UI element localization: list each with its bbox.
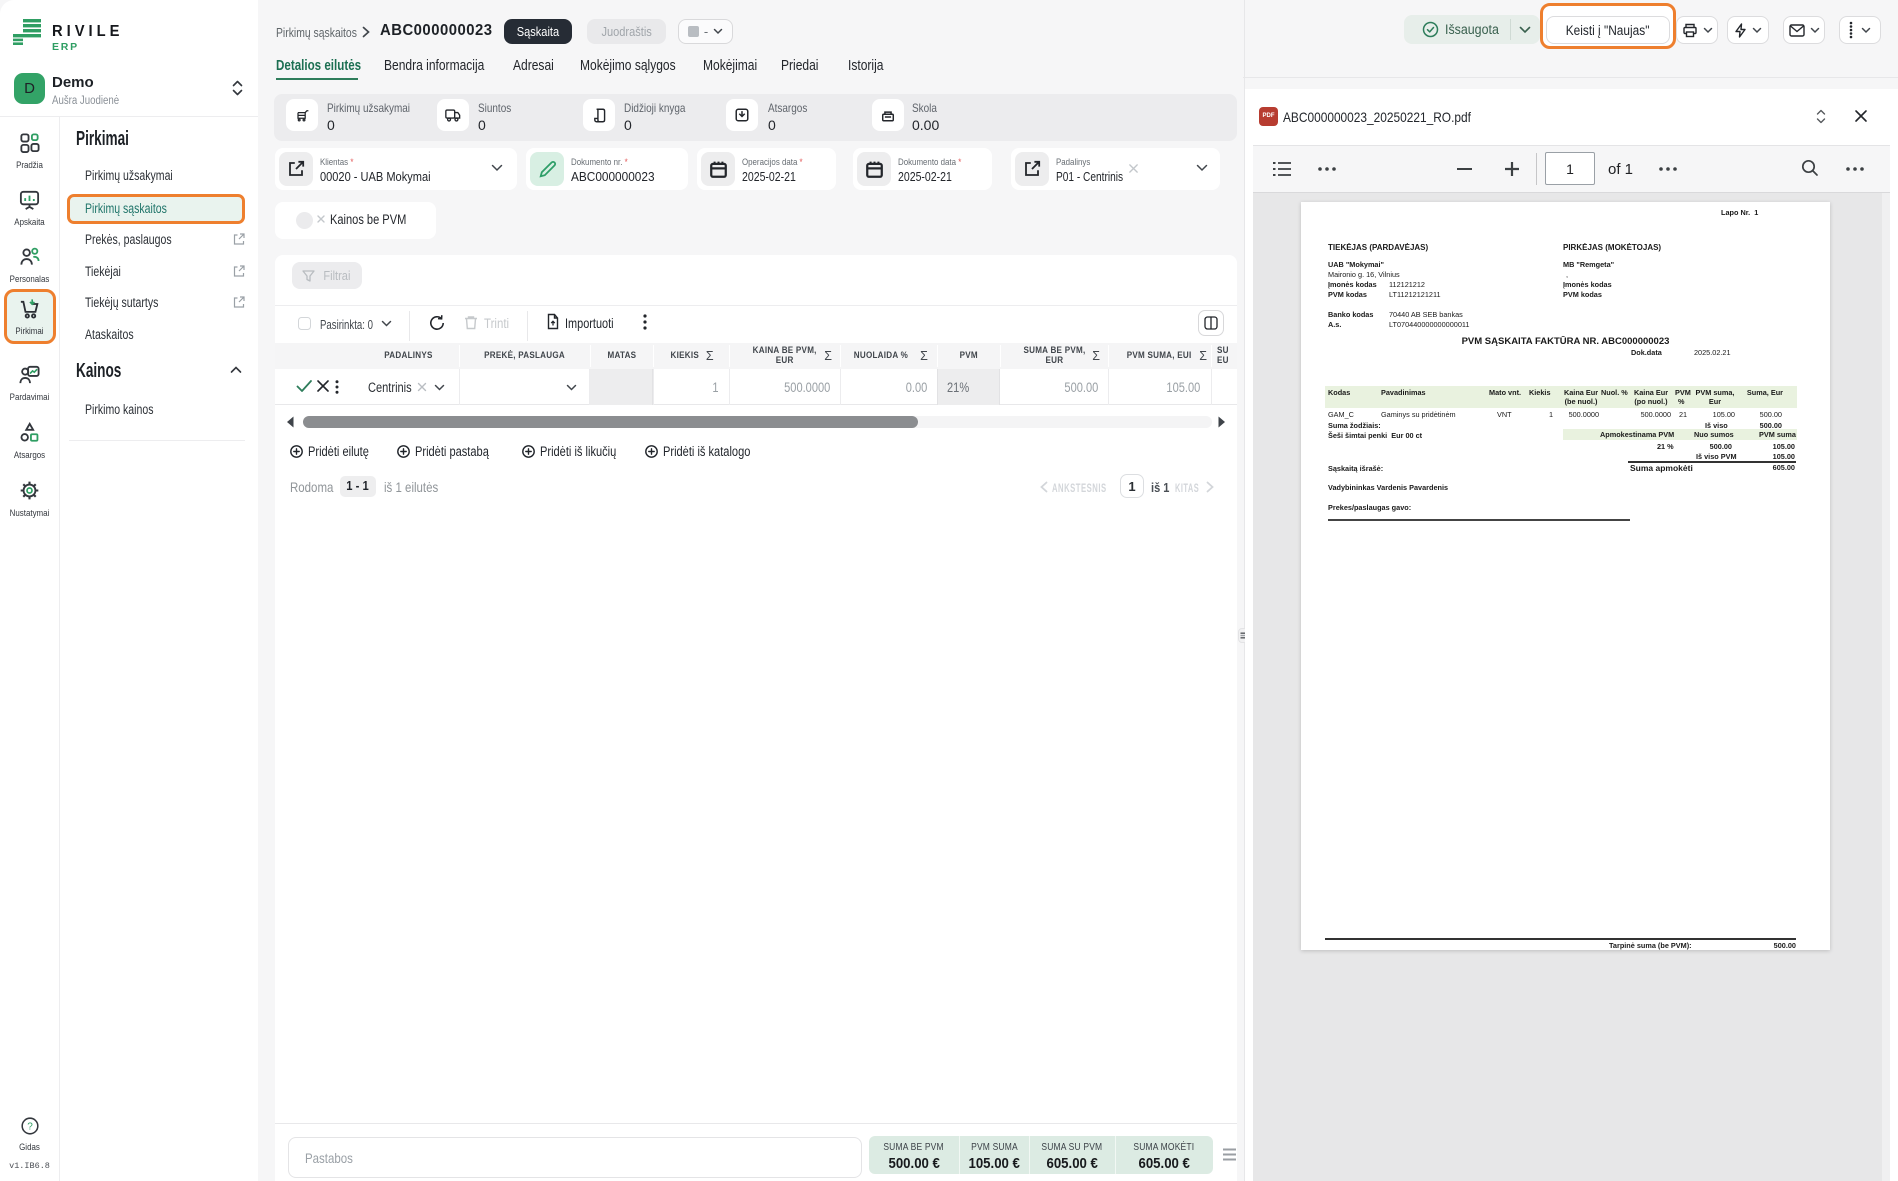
svg-text:?: ? (27, 1122, 33, 1133)
